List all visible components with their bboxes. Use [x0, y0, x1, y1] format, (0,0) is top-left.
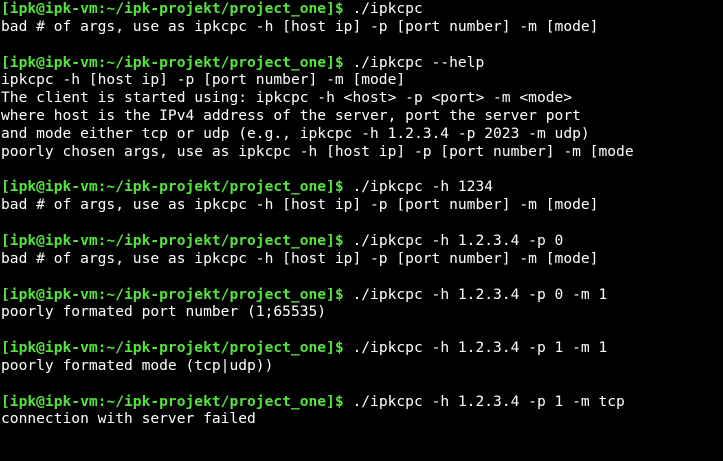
output-line: poorly formated mode (tcp|udp)) [1, 356, 274, 374]
output-line: bad # of args, use as ipkcpc -h [host ip… [1, 17, 599, 35]
shell-prompt: [ipk@ipk-vm:~/ipk-projekt/project_one]$ [1, 53, 344, 71]
shell-prompt: [ipk@ipk-vm:~/ipk-projekt/project_one]$ [1, 392, 344, 410]
command-line: [ipk@ipk-vm:~/ipk-projekt/project_one]$ … [1, 393, 723, 411]
command-text: ./ipkcpc -h 1.2.3.4 -p 0 [343, 231, 564, 249]
output-line: connection with server failed [1, 410, 256, 428]
terminal-window[interactable]: [ipk@ipk-vm:~/ipk-projekt/project_one]$ … [0, 0, 723, 461]
shell-prompt: [ipk@ipk-vm:~/ipk-projekt/project_one]$ [1, 285, 344, 303]
command-line: [ipk@ipk-vm:~/ipk-projekt/project_one]$ … [1, 178, 723, 196]
output-line: poorly chosen args, use as ipkcpc -h [ho… [1, 142, 634, 160]
command-line: [ipk@ipk-vm:~/ipk-projekt/project_one]$ … [1, 0, 723, 18]
command-line: [ipk@ipk-vm:~/ipk-projekt/project_one]$ … [1, 54, 723, 72]
command-text: ./ipkcpc --help [343, 53, 485, 71]
output-line: and mode either tcp or udp (e.g., ipkcpc… [1, 124, 590, 142]
command-text: ./ipkcpc -h 1.2.3.4 -p 1 -m 1 [343, 339, 608, 357]
output-line: ipkcpc -h [host ip] -p [port number] -m … [1, 71, 406, 89]
output-line: poorly formated port number (1;65535) [1, 303, 327, 321]
shell-prompt: [ipk@ipk-vm:~/ipk-projekt/project_one]$ [1, 339, 344, 357]
command-text: ./ipkcpc -h 1.2.3.4 -p 1 -m tcp [343, 392, 625, 410]
command-line: [ipk@ipk-vm:~/ipk-projekt/project_one]$ … [1, 232, 723, 250]
output-line: bad # of args, use as ipkcpc -h [host ip… [1, 196, 599, 214]
command-text: ./ipkcpc -h 1.2.3.4 -p 0 -m 1 [343, 285, 608, 303]
output-line: where host is the IPv4 address of the se… [1, 107, 581, 125]
output-line: bad # of args, use as ipkcpc -h [host ip… [1, 249, 599, 267]
output-line: The client is started using: ipkcpc -h <… [1, 89, 573, 107]
command-line: [ipk@ipk-vm:~/ipk-projekt/project_one]$ … [1, 286, 723, 304]
command-text: ./ipkcpc -h 1234 [343, 178, 494, 196]
command-text: ./ipkcpc [343, 0, 423, 17]
shell-prompt: [ipk@ipk-vm:~/ipk-projekt/project_one]$ [1, 231, 344, 249]
shell-prompt: [ipk@ipk-vm:~/ipk-projekt/project_one]$ [1, 0, 344, 17]
shell-prompt: [ipk@ipk-vm:~/ipk-projekt/project_one]$ [1, 178, 344, 196]
command-line: [ipk@ipk-vm:~/ipk-projekt/project_one]$ … [1, 339, 723, 357]
